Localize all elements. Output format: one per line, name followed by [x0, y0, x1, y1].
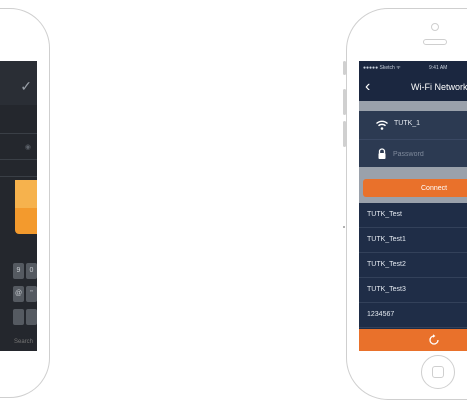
- refresh-icon[interactable]: [427, 333, 441, 347]
- orange-popup: [15, 180, 37, 234]
- speaker-grille: [423, 39, 447, 45]
- refresh-bar[interactable]: [359, 329, 467, 351]
- right-phone-frame: ●●●●● Sketch ᯤ 9:41 AM ‹ Wi-Fi Network T…: [343, 8, 467, 400]
- home-button: [421, 355, 455, 389]
- wifi-screen: ●●●●● Sketch ᯤ 9:41 AM ‹ Wi-Fi Network T…: [359, 61, 467, 351]
- network-item[interactable]: TUTK_Test: [359, 203, 467, 228]
- stage: ✓ ◉ 9 0 @ " Search ●●●●● Sketch ᯤ 9:41 A…: [0, 0, 467, 401]
- separator-dot: [343, 226, 345, 228]
- network-name: TUTK_Test1: [367, 236, 406, 243]
- left-nav-bar: ✓: [0, 61, 37, 105]
- divider: [0, 133, 37, 134]
- page-title: Wi-Fi Network: [411, 82, 467, 92]
- volume-up-button: [343, 89, 346, 115]
- password-input[interactable]: [393, 146, 467, 162]
- carrier-label: ●●●●● Sketch ᯤ: [363, 65, 401, 71]
- mute-switch: [343, 61, 346, 75]
- keyboard-row: @ ": [13, 286, 37, 302]
- checkmark-icon[interactable]: ✓: [20, 78, 32, 95]
- password-row: [359, 139, 467, 167]
- left-phone-frame: ✓ ◉ 9 0 @ " Search: [0, 8, 50, 398]
- key[interactable]: [13, 309, 24, 325]
- keyboard-row: [13, 309, 37, 325]
- connect-button[interactable]: Connect: [363, 179, 467, 197]
- network-list: TUTK_Test TUTK_Test1 TUTK_Test2 TUTK_Tes…: [359, 203, 467, 328]
- front-camera: [431, 23, 439, 31]
- left-phone-screen: ✓ ◉ 9 0 @ " Search: [0, 61, 37, 351]
- ssid-label: TUTK_1: [394, 120, 421, 127]
- wifi-form: TUTK_1: [359, 111, 467, 167]
- connect-area: Connect: [359, 179, 467, 203]
- key[interactable]: 0: [26, 263, 37, 279]
- key[interactable]: @: [13, 286, 24, 302]
- keyboard-row: 9 0: [13, 263, 37, 279]
- network-name: TUTK_Test: [367, 211, 403, 218]
- wifi-icon: [376, 120, 388, 130]
- volume-down-button: [343, 121, 346, 147]
- key[interactable]: 9: [13, 263, 24, 279]
- status-time: 9:41 AM: [429, 65, 448, 71]
- back-chevron-icon[interactable]: ‹: [365, 78, 370, 96]
- status-bar: ●●●●● Sketch ᯤ 9:41 AM: [359, 61, 467, 75]
- section-gap: [359, 167, 467, 179]
- search-key-label[interactable]: Search: [14, 339, 33, 345]
- nav-bar: ‹ Wi-Fi Network: [359, 75, 467, 101]
- eye-icon[interactable]: ◉: [25, 143, 31, 151]
- divider: [0, 176, 37, 177]
- key[interactable]: [26, 309, 37, 325]
- network-item[interactable]: TUTK_Test2: [359, 253, 467, 278]
- network-item[interactable]: 1234567: [359, 303, 467, 328]
- network-item[interactable]: TUTK_Test3: [359, 278, 467, 303]
- key[interactable]: ": [26, 286, 37, 302]
- lock-icon: [378, 148, 386, 159]
- network-name: TUTK_Test2: [367, 261, 406, 268]
- network-name: TUTK_Test3: [367, 286, 406, 293]
- divider: [0, 159, 37, 160]
- network-name: 1234567: [367, 311, 395, 318]
- section-gap: [359, 101, 467, 111]
- network-item[interactable]: TUTK_Test1: [359, 228, 467, 253]
- ssid-row[interactable]: TUTK_1: [359, 111, 467, 139]
